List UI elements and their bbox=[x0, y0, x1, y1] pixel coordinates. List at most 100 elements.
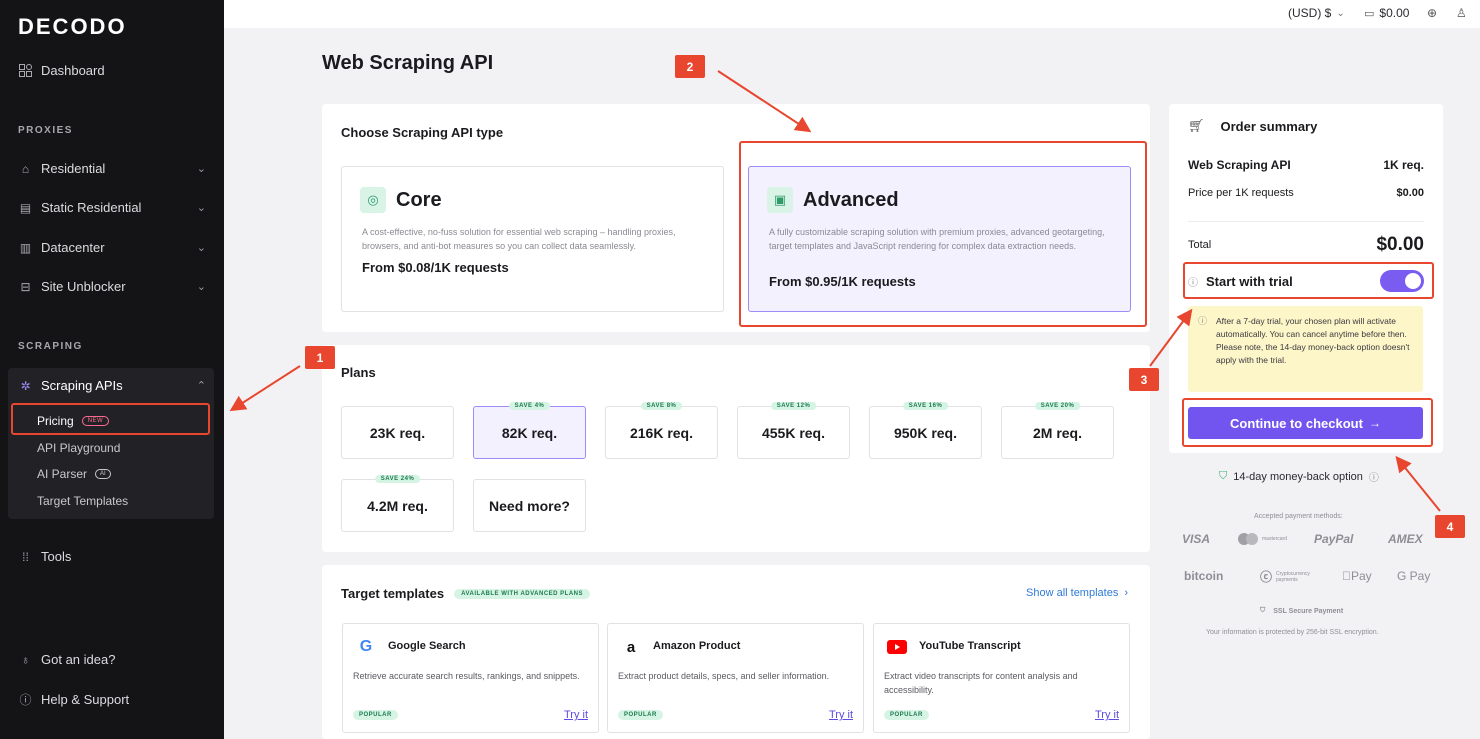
mastercard-icon: mastercard bbox=[1238, 533, 1287, 545]
save-badge: SAVE 8% bbox=[640, 402, 683, 410]
google-pay-icon: G Pay bbox=[1397, 569, 1431, 583]
sidebar: DECODO Dashboard PROXIES ⌂ Residential ⌄… bbox=[0, 0, 224, 739]
crypto-label: Cryptocurrency payments bbox=[1276, 570, 1310, 583]
divider bbox=[1188, 221, 1424, 222]
sidebar-item-label: API Playground bbox=[37, 441, 121, 455]
server-icon: ▥ bbox=[19, 240, 32, 255]
plan-label: 4.2M req. bbox=[367, 497, 428, 514]
save-badge: SAVE 12% bbox=[770, 402, 817, 410]
plan-option[interactable]: SAVE 4% 82K req. bbox=[473, 402, 586, 459]
plan-option[interactable]: SAVE 20% 2M req. bbox=[1001, 402, 1114, 459]
save-badge: SAVE 24% bbox=[374, 475, 421, 483]
annotation-number-3: 3 bbox=[1129, 368, 1159, 391]
sidebar-item-label: Site Unblocker bbox=[41, 279, 126, 294]
plan-option[interactable]: SAVE 8% 216K req. bbox=[605, 402, 718, 459]
plan-option[interactable]: SAVE 12% 455K req. bbox=[737, 402, 850, 459]
total-value: $0.00 bbox=[1376, 234, 1424, 255]
popular-badge: POPULAR bbox=[884, 710, 929, 720]
plan-label: 82K req. bbox=[501, 424, 558, 441]
sidebar-item-scraping-apis[interactable]: ✲ Scraping APIs ⌃ bbox=[18, 378, 206, 393]
info-icon: ⓘ bbox=[1368, 473, 1379, 484]
mastercard-label: mastercard bbox=[1262, 536, 1288, 542]
chevron-down-icon: ⌄ bbox=[196, 242, 206, 254]
sidebar-item-tools[interactable]: ⁞⁞ Tools bbox=[18, 549, 206, 564]
sidebar-item-help[interactable]: ⓘ Help & Support bbox=[18, 692, 206, 707]
youtube-icon bbox=[886, 636, 908, 658]
save-badge: SAVE 4% bbox=[508, 402, 551, 410]
building-icon: ▤ bbox=[19, 200, 32, 215]
plans-card: Plans 23K req. SAVE 4% 82K req. SAVE 8% … bbox=[322, 345, 1150, 552]
core-price: From $0.08/1K requests bbox=[362, 260, 509, 275]
plan-label: 23K req. bbox=[369, 424, 426, 441]
sidebar-item-label: Tools bbox=[41, 549, 72, 564]
trial-note: ⓘ After a 7-day trial, your chosen plan … bbox=[1188, 306, 1423, 392]
annotation-number-1: 1 bbox=[305, 346, 335, 369]
sidebar-item-label: Got an idea? bbox=[41, 652, 116, 667]
ai-badge: AI bbox=[95, 469, 111, 479]
sidebar-item-site-unblocker[interactable]: ⊟ Site Unblocker ⌄ bbox=[18, 279, 206, 294]
annotation-box-advanced bbox=[739, 141, 1147, 327]
chevron-down-icon: ⌄ bbox=[196, 281, 206, 293]
lightbulb-icon: ♁ bbox=[21, 652, 30, 667]
sidebar-item-api-playground[interactable]: API Playground bbox=[37, 441, 120, 455]
shield-icon: ⛉ bbox=[1219, 470, 1228, 482]
sidebar-item-label: Static Residential bbox=[41, 200, 142, 215]
grid-dots-icon: ⁞⁞ bbox=[22, 549, 29, 564]
google-icon: G bbox=[359, 638, 373, 655]
sidebar-item-datacenter[interactable]: ▥ Datacenter ⌄ bbox=[18, 240, 206, 255]
globe-icon[interactable]: ⊕ bbox=[1427, 6, 1437, 20]
sidebar-item-static-residential[interactable]: ▤ Static Residential ⌄ bbox=[18, 200, 206, 215]
try-it-link[interactable]: Try it bbox=[829, 709, 853, 721]
apple-pay-icon: Pay bbox=[1342, 569, 1372, 583]
need-more-option[interactable]: Need more? bbox=[473, 479, 586, 532]
amex-icon: AMEX bbox=[1388, 532, 1423, 546]
template-card-amazon[interactable]: a Amazon Product Extract product details… bbox=[607, 623, 864, 733]
bug-icon: ✲ bbox=[20, 378, 31, 393]
template-card-youtube[interactable]: YouTube Transcript Extract video transcr… bbox=[873, 623, 1130, 733]
plan-label: 216K req. bbox=[629, 424, 694, 441]
section-label-proxies: PROXIES bbox=[18, 125, 73, 136]
template-title: YouTube Transcript bbox=[919, 640, 1021, 652]
sidebar-item-dashboard[interactable]: Dashboard bbox=[18, 63, 206, 78]
section-label-scraping: SCRAPING bbox=[18, 341, 83, 352]
template-title: Google Search bbox=[388, 640, 466, 652]
sidebar-item-label: Scraping APIs bbox=[41, 378, 123, 393]
show-all-templates-link[interactable]: Show all templates › bbox=[1026, 587, 1128, 599]
sidebar-item-residential[interactable]: ⌂ Residential ⌄ bbox=[18, 161, 206, 176]
try-it-link[interactable]: Try it bbox=[1095, 709, 1119, 721]
plan-option[interactable]: SAVE 24% 4.2M req. bbox=[341, 475, 454, 532]
sidebar-item-idea[interactable]: ♁ Got an idea? bbox=[18, 652, 206, 667]
help-icon: ⓘ bbox=[19, 693, 32, 707]
annotation-number-4: 4 bbox=[1435, 515, 1465, 538]
core-option[interactable]: ◎ Core A cost-effective, no-fuss solutio… bbox=[341, 166, 724, 312]
dashboard-icon bbox=[18, 63, 33, 78]
cart-icon: ▭ bbox=[1364, 7, 1375, 20]
money-back-info: ⛉ 14-day money-back option ⓘ bbox=[1219, 469, 1379, 484]
cart-button[interactable]: ▭ $0.00 bbox=[1364, 6, 1409, 20]
try-it-link[interactable]: Try it bbox=[564, 709, 588, 721]
chevron-down-icon: ⌄ bbox=[196, 163, 206, 175]
currency-label: (USD) $ bbox=[1288, 6, 1332, 20]
sidebar-item-ai-parser[interactable]: AI Parser AI bbox=[37, 467, 111, 481]
plan-option[interactable]: SAVE 16% 950K req. bbox=[869, 402, 982, 459]
chevron-right-icon: › bbox=[1124, 587, 1128, 599]
plan-label: 950K req. bbox=[893, 424, 958, 441]
sidebar-item-target-templates[interactable]: Target Templates bbox=[37, 494, 128, 508]
templates-heading: Target templates bbox=[341, 586, 445, 601]
template-description: Extract product details, specs, and sell… bbox=[618, 671, 830, 681]
cart-amount: $0.00 bbox=[1379, 6, 1410, 20]
save-badge: SAVE 16% bbox=[902, 402, 949, 410]
show-all-label: Show all templates bbox=[1026, 587, 1119, 599]
template-card-google[interactable]: G Google Search Retrieve accurate search… bbox=[342, 623, 599, 733]
currency-selector[interactable]: (USD) $ ⌄ bbox=[1288, 6, 1345, 20]
paypal-icon: PayPal bbox=[1314, 532, 1354, 546]
info-icon: ⓘ bbox=[1198, 316, 1208, 326]
sidebar-item-label: AI Parser bbox=[37, 467, 88, 481]
decodo-logo: DECODO bbox=[18, 14, 127, 39]
plan-option[interactable]: 23K req. bbox=[341, 406, 454, 459]
summary-product: Web Scraping API bbox=[1188, 158, 1291, 172]
apple-pay-label: Pay bbox=[1342, 569, 1372, 583]
home-icon: ⌂ bbox=[21, 161, 30, 176]
user-icon[interactable]: ♙ bbox=[1456, 6, 1467, 20]
visa-icon: VISA bbox=[1182, 532, 1211, 546]
